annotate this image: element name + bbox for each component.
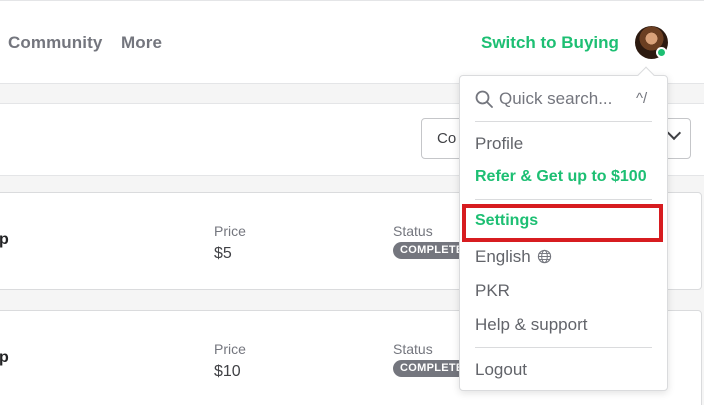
- menu-divider: [475, 121, 652, 122]
- search-icon: [475, 90, 493, 108]
- price-label: Price: [214, 223, 246, 239]
- status-badge: COMPLETED: [393, 242, 467, 259]
- online-status-indicator: [656, 47, 667, 58]
- switch-to-buying-link[interactable]: Switch to Buying: [481, 33, 619, 53]
- status-label: Status: [393, 223, 433, 239]
- status-filter-value: Co: [437, 130, 457, 147]
- order-title[interactable]: p: [0, 349, 9, 367]
- menu-divider: [475, 347, 652, 348]
- settings-highlight-box: [462, 204, 663, 242]
- menu-divider: [475, 199, 652, 200]
- nav-link-more[interactable]: More: [121, 33, 162, 53]
- nav-link-community[interactable]: Community: [8, 33, 102, 53]
- quick-search-input[interactable]: Quick search...: [499, 89, 612, 109]
- menu-item-help[interactable]: Help & support: [475, 315, 587, 335]
- status-label: Status: [393, 341, 433, 357]
- search-shortcut-hint: ^/: [636, 90, 648, 107]
- price-value: $5: [214, 245, 232, 262]
- menu-item-language[interactable]: English: [475, 247, 531, 267]
- menu-item-profile[interactable]: Profile: [475, 134, 523, 154]
- menu-item-refer[interactable]: Refer & Get up to $100: [475, 168, 647, 186]
- price-value: $10: [214, 363, 241, 380]
- price-label: Price: [214, 341, 246, 357]
- menu-item-logout[interactable]: Logout: [475, 360, 527, 380]
- order-title[interactable]: p: [0, 231, 9, 249]
- globe-icon: [537, 249, 552, 264]
- status-badge: COMPLETED: [393, 360, 467, 377]
- menu-item-currency[interactable]: PKR: [475, 281, 510, 301]
